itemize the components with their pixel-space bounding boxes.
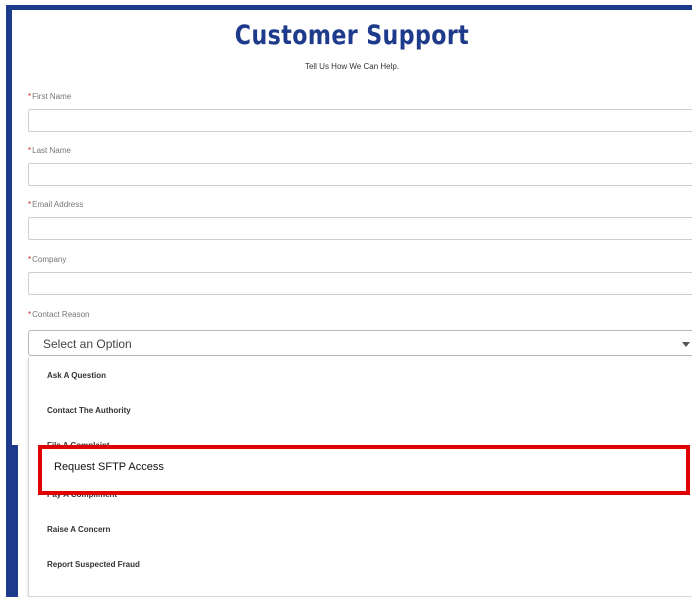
last-name-label: *Last Name: [28, 146, 71, 155]
first-name-field[interactable]: [28, 109, 692, 132]
select-selected-value: Select an Option: [43, 337, 132, 351]
customer-support-form: Customer Support Tell Us How We Can Help…: [12, 10, 692, 597]
required-mark: *: [28, 146, 32, 155]
page-subtitle: Tell Us How We Can Help.: [304, 62, 400, 71]
chevron-down-icon[interactable]: [682, 342, 690, 347]
left-accent-bar: [6, 445, 18, 597]
contact-reason-label: *Contact Reason: [28, 310, 90, 319]
page-title: Customer Support: [234, 20, 470, 51]
company-field[interactable]: [28, 272, 692, 295]
required-mark: *: [28, 255, 32, 264]
dropdown-option-raise-a-concern[interactable]: Raise A Concern: [47, 525, 110, 534]
required-mark: *: [28, 200, 32, 209]
last-name-field[interactable]: [28, 163, 692, 186]
email-address-label: *Email Address: [28, 200, 84, 209]
required-mark: *: [28, 310, 32, 319]
contact-reason-select[interactable]: Select an Option: [28, 330, 692, 356]
dropdown-option-ask-a-question[interactable]: Ask A Question: [47, 371, 106, 380]
dropdown-option-report-suspected-fraud[interactable]: Report Suspected Fraud: [47, 560, 140, 569]
required-mark: *: [28, 92, 32, 101]
dropdown-option-contact-the-authority[interactable]: Contact The Authority: [47, 406, 131, 415]
company-label: *Company: [28, 255, 67, 264]
dropdown-option-request-sftp-access[interactable]: Request SFTP Access: [38, 445, 690, 495]
highlighted-option-label: Request SFTP Access: [54, 461, 164, 473]
first-name-label: *First Name: [28, 92, 72, 101]
email-address-field[interactable]: [28, 217, 692, 240]
support-form-frame: Customer Support Tell Us How We Can Help…: [6, 5, 692, 597]
